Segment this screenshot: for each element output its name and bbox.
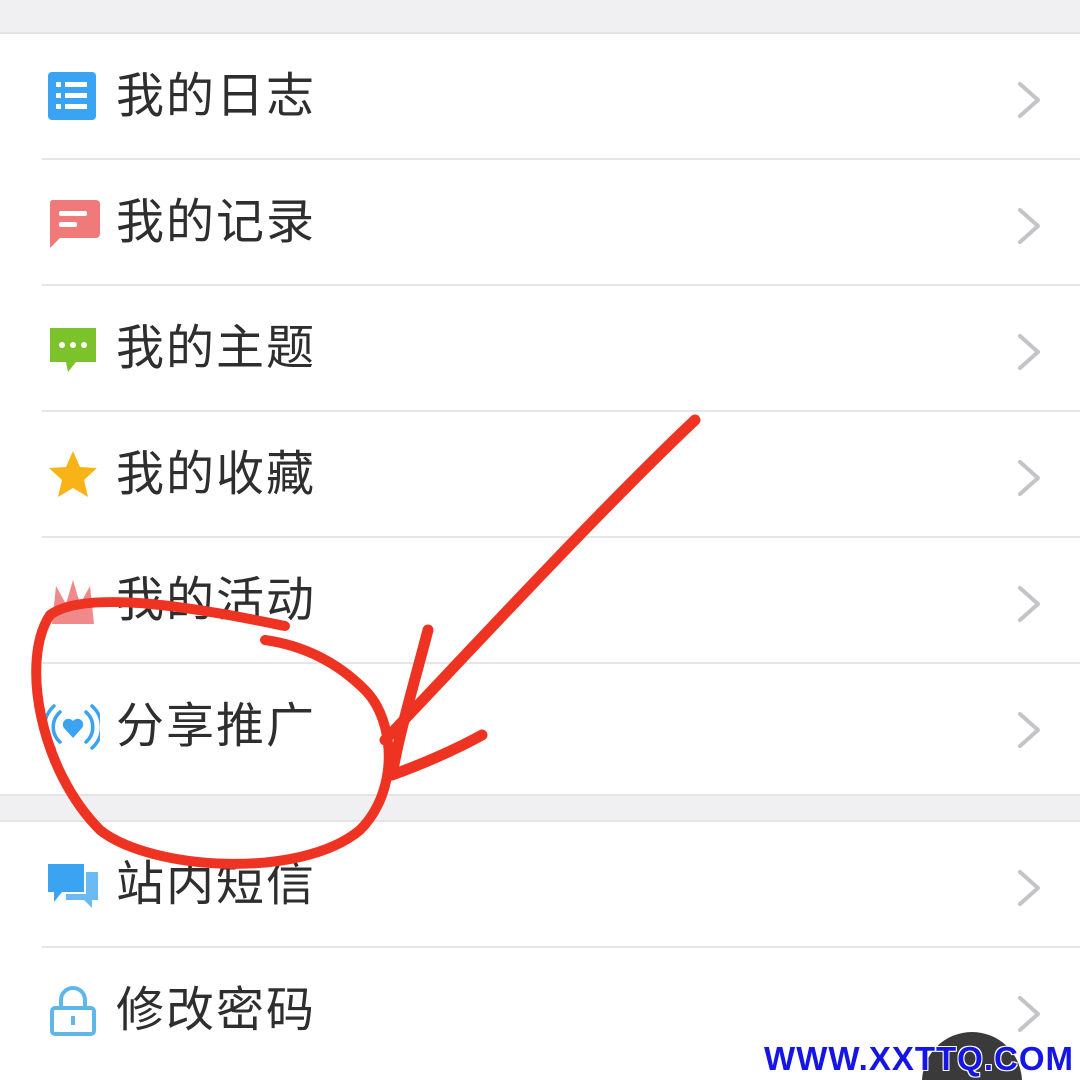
menu-item-label: 分享推广	[116, 698, 317, 754]
menu-item-label: 我的收藏	[116, 446, 317, 502]
chevron-right-icon	[1018, 996, 1040, 1032]
chevron-right-icon	[1018, 712, 1040, 748]
menu-item-label: 我的日志	[116, 68, 317, 124]
menu-item-my-records[interactable]: 我的记录	[0, 160, 1080, 286]
lock-icon	[50, 986, 96, 1036]
chevron-right-icon	[1018, 208, 1040, 244]
section-spacer	[0, 794, 1080, 822]
menu-item-share-promote[interactable]: 分享推广	[0, 664, 1080, 790]
watermark: WWW.XXTTQ.COM	[764, 1040, 1074, 1077]
menu-item-site-messages[interactable]: 站内短信	[0, 822, 1080, 948]
menu-item-label: 我的活动	[116, 572, 317, 628]
menu-item-my-favorites[interactable]: 我的收藏	[0, 412, 1080, 538]
menu-item-my-activities[interactable]: 我的活动	[0, 538, 1080, 664]
menu-item-label: 我的主题	[116, 320, 317, 376]
star-icon	[49, 451, 97, 497]
menu-item-label: 我的记录	[116, 194, 317, 250]
chevron-right-icon	[1018, 870, 1040, 906]
chevron-right-icon	[1018, 334, 1040, 370]
menu-item-my-journal[interactable]: 我的日志	[0, 34, 1080, 160]
journal-icon	[48, 72, 96, 120]
activity-icon	[52, 580, 94, 624]
menu-item-label: 站内短信	[116, 856, 317, 912]
chat-bubbles-icon	[48, 864, 98, 908]
chevron-right-icon	[1018, 460, 1040, 496]
menu-item-label: 修改密码	[116, 982, 317, 1038]
chevron-right-icon	[1018, 586, 1040, 622]
message-icon	[49, 200, 100, 248]
settings-screen: 我的日志 我的记录 我的主题 我的收藏 我的活动 分享推广 站内短信 修改密码 …	[0, 0, 1080, 1080]
menu-group-main: 我的日志 我的记录 我的主题 我的收藏 我的活动 分享推广	[0, 34, 1080, 794]
broadcast-heart-icon	[46, 704, 100, 750]
chevron-right-icon	[1018, 82, 1040, 118]
top-spacer	[0, 0, 1080, 34]
menu-item-my-topics[interactable]: 我的主题	[0, 286, 1080, 412]
chat-dots-icon	[50, 328, 96, 372]
